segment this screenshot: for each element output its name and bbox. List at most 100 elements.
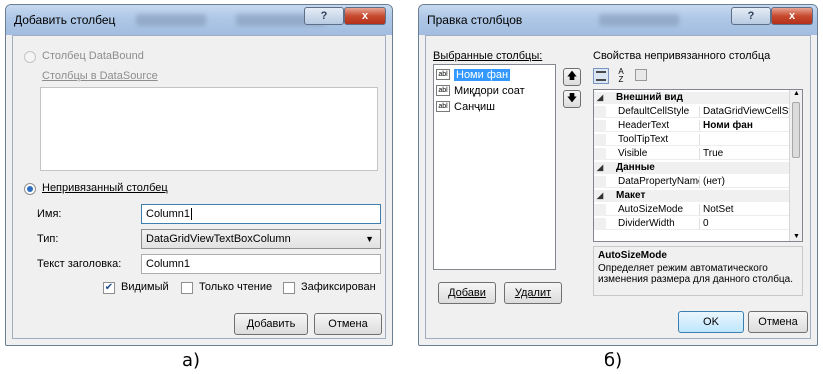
selected-columns-list[interactable]: abl Номи фан abl Миқдори соат abl Санҷиш (433, 64, 556, 270)
list-item[interactable]: abl Миқдори соат (436, 83, 525, 98)
property-value[interactable]: Номи фан (700, 120, 789, 132)
scroll-up-arrow-icon: ▲ (793, 90, 800, 97)
list-item[interactable]: abl Номи фан (436, 67, 511, 82)
figure-caption-b: б) (604, 350, 623, 371)
visible-label: Видимый (121, 281, 169, 293)
header-text-label: Текст заголовка: (37, 258, 122, 270)
property-gutter (594, 134, 606, 146)
readonly-checkbox[interactable] (181, 282, 193, 294)
dialog-client-area: Столбец DataBound Столбцы в DataSource Н… (12, 35, 386, 339)
property-name: DataPropertyName (606, 176, 700, 188)
property-row[interactable]: DividerWidth 0 (594, 218, 789, 230)
list-item-label: Миқдори соат (454, 84, 525, 97)
add-button[interactable]: Добавить (234, 313, 308, 335)
cancel-button[interactable]: Отмена (748, 311, 808, 333)
description-title: AutoSizeMode (598, 250, 667, 261)
move-down-button[interactable]: 🡇 (563, 90, 581, 108)
ok-button[interactable]: OK (678, 311, 744, 333)
add-column-button[interactable]: Добави (438, 282, 496, 304)
help-button[interactable]: ? (304, 7, 344, 25)
header-text-value: Column1 (146, 258, 191, 270)
property-value[interactable]: (нет) (700, 176, 789, 188)
text-caret (191, 208, 193, 220)
property-gutter (594, 218, 606, 230)
readonly-label: Только чтение (199, 281, 273, 293)
property-row[interactable]: DefaultCellStyle DataGridViewCellStyle {… (594, 106, 789, 118)
header-text-input[interactable]: Column1 (141, 254, 381, 274)
edit-columns-dialog: Правка столбцов ? x Выбранные столбцы: a… (418, 4, 818, 346)
help-button[interactable]: ? (731, 7, 771, 25)
property-row[interactable]: HeaderText Номи фан (594, 120, 789, 132)
property-gutter (594, 204, 606, 216)
property-name: AutoSizeMode (606, 204, 700, 216)
list-item[interactable]: abl Санҷиш (436, 99, 495, 114)
categorized-icon (596, 71, 606, 81)
property-name: DefaultCellStyle (606, 106, 700, 118)
property-row[interactable]: DataPropertyName (нет) (594, 176, 789, 188)
radio-unbound-label: Непривязанный столбец (42, 182, 168, 194)
radio-unbound[interactable] (24, 183, 36, 195)
alphabetical-view-button[interactable]: AZ (613, 68, 629, 84)
type-select-value: DataGridViewTextBoxColumn (146, 233, 291, 245)
property-value[interactable]: True (700, 148, 789, 160)
property-name: DividerWidth (606, 218, 700, 230)
property-grid-scrollbar[interactable]: ▲ ▼ (789, 90, 802, 241)
dialog-title: Добавить столбец (14, 13, 116, 27)
property-value[interactable]: 0 (700, 218, 789, 230)
category-appearance[interactable]: ◢ Внешний вид (594, 92, 789, 104)
property-row[interactable]: AutoSizeMode NotSet (594, 204, 789, 216)
textbox-column-icon: abl (436, 85, 450, 96)
name-input-value: Column1 (146, 208, 191, 220)
close-button[interactable]: x (771, 7, 813, 25)
categorized-view-button[interactable] (593, 68, 609, 84)
blurred-background-title (599, 14, 679, 26)
dialog-titlebar: Добавить столбец ? x (6, 5, 392, 35)
selected-columns-label: Выбранные столбцы: (433, 50, 543, 62)
close-button[interactable]: x (344, 7, 386, 25)
unbound-props-label: Свойства непривязанного столбца (593, 50, 771, 62)
dialog-titlebar: Правка столбцов ? x (419, 5, 817, 35)
property-name: Visible (606, 148, 700, 160)
property-row[interactable]: Visible True (594, 148, 789, 160)
remove-column-label: Удалит (514, 287, 552, 299)
scroll-down-arrow-icon: ▼ (793, 233, 800, 240)
category-name: Данные (616, 162, 655, 173)
add-column-label: Добави (448, 287, 486, 299)
frozen-checkbox[interactable] (283, 282, 295, 294)
property-value[interactable] (700, 134, 789, 146)
property-gutter (594, 148, 606, 160)
type-select[interactable]: DataGridViewTextBoxColumn ▼ (141, 229, 381, 249)
category-layout[interactable]: ◢ Макет (594, 190, 789, 202)
dialog-client-area: Выбранные столбцы: abl Номи фан abl Миқд… (425, 35, 811, 339)
property-grid[interactable]: ◢ Внешний вид DefaultCellStyle DataGridV… (593, 89, 803, 242)
visible-checkbox[interactable]: ✔ (103, 282, 115, 294)
cancel-button[interactable]: Отмена (314, 313, 382, 335)
property-value[interactable]: NotSet (700, 204, 789, 216)
category-data[interactable]: ◢ Данные (594, 162, 789, 174)
radio-databound[interactable] (24, 51, 36, 63)
property-description-pane: AutoSizeMode Определяет режим автоматиче… (593, 246, 803, 296)
scrollbar-thumb[interactable] (792, 102, 800, 158)
property-gutter (594, 176, 606, 188)
datasource-columns-list[interactable] (40, 87, 378, 171)
property-name: ToolTipText (606, 134, 700, 146)
description-text: Определяет режим автоматического изменен… (598, 263, 793, 285)
dialog-title: Правка столбцов (427, 13, 523, 27)
remove-column-button[interactable]: Удалит (504, 282, 562, 304)
list-item-label: Номи фан (454, 68, 511, 81)
type-label: Тип: (37, 233, 59, 245)
category-name: Макет (616, 190, 646, 201)
arrow-down-icon: 🡇 (566, 92, 578, 104)
name-label: Имя: (37, 208, 62, 220)
property-gutter (594, 106, 606, 118)
blurred-background-title (136, 14, 206, 26)
property-pages-button[interactable] (635, 69, 647, 81)
collapse-triangle-icon: ◢ (597, 163, 604, 172)
frozen-label: Зафиксирован (301, 281, 376, 293)
move-up-button[interactable]: 🡅 (563, 68, 581, 86)
radio-databound-label: Столбец DataBound (42, 50, 144, 62)
figure-caption-a: а) (182, 350, 201, 371)
property-row[interactable]: ToolTipText (594, 134, 789, 146)
property-value[interactable]: DataGridViewCellStyle { } (700, 106, 789, 118)
name-input[interactable]: Column1 (141, 204, 381, 224)
